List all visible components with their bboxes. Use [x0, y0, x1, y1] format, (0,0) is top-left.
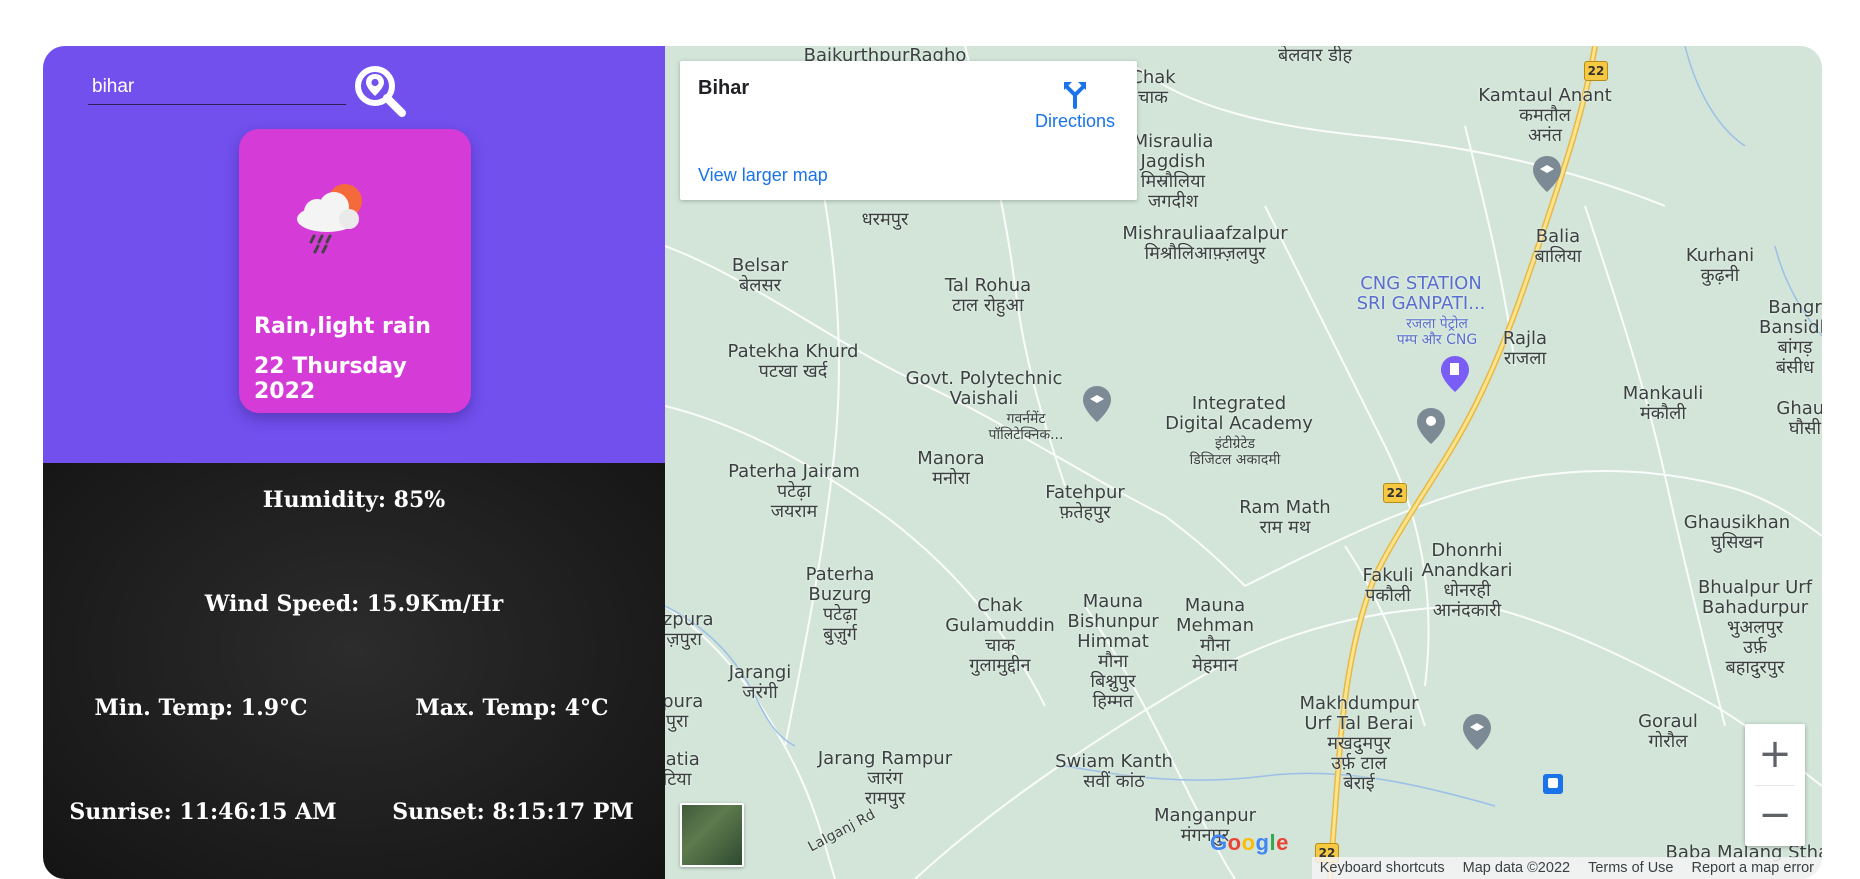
directions-label: Directions: [1034, 111, 1116, 131]
place-label: Belsar बेलसर: [731, 255, 789, 296]
view-larger-map-link[interactable]: View larger map: [698, 165, 828, 186]
info-place-name: Bihar: [698, 77, 750, 99]
place-label: Makhdumpur Urf Tal Berai मखदुमपुर उर्फ़ …: [1299, 693, 1419, 794]
keyboard-shortcuts-link[interactable]: Keyboard shortcuts: [1320, 860, 1445, 876]
place-label: Balia बालिया: [1534, 226, 1582, 267]
directions-button[interactable]: Directions: [1025, 79, 1125, 132]
place-label: Mankauli मंकौली: [1622, 383, 1704, 424]
location-search-icon: [355, 66, 406, 117]
place-label: Patekha Khurd पटखा खर्द: [727, 341, 859, 382]
poi-label[interactable]: गवर्नमेंट पॉलिटेक्निक...: [989, 411, 1064, 443]
place-label: Mishrauliaafzalpur मिश्रौलिआफ़्ज़लपुर: [1122, 223, 1288, 264]
place-label: Chak चाक: [1130, 67, 1176, 108]
map-type-toggle[interactable]: [680, 803, 744, 867]
weather-date: 22 Thursday 2022: [254, 354, 407, 404]
zoom-controls: + −: [1745, 724, 1805, 846]
sunset-stat: Sunset: 8:15:17 PM: [392, 799, 634, 825]
place-label: Fakuli पकौली: [1362, 565, 1414, 606]
place-label: Jarangi जरंगी: [728, 662, 792, 703]
place-label: Bangr Bansidh बांगड़ बंसीध: [1759, 297, 1822, 378]
highway-shield: 22: [1383, 483, 1407, 503]
google-logo: Google: [1210, 830, 1289, 855]
humidity-stat: Humidity: 85%: [262, 487, 446, 513]
place-label: Swiam Kanth सवीं कांठ: [1055, 751, 1173, 792]
place-label: Paterha Buzurg पटेढ़ा बुज़ुर्ग: [805, 564, 875, 645]
map-data-link[interactable]: Map data ©2022: [1463, 860, 1570, 876]
weather-header: Rain,light rain 22 Thursday 2022: [43, 46, 665, 463]
place-label: Ram Math राम मथ: [1239, 497, 1331, 538]
school-pin-icon[interactable]: [1462, 714, 1492, 750]
poi-label[interactable]: रजला पेट्रोल पम्प और CNG: [1397, 316, 1477, 348]
transit-icon[interactable]: [1542, 773, 1564, 795]
report-map-error-link[interactable]: Report a map error: [1692, 860, 1815, 876]
place-label: Mauna Mehman मौना मेहमान: [1176, 595, 1254, 676]
place-label: Jarang Rampur जारंग रामपुर: [817, 748, 953, 809]
terms-of-use-link[interactable]: Terms of Use: [1588, 860, 1673, 876]
poi-label[interactable]: इंटीग्रेटेड डिजिटल अकादमी: [1190, 436, 1281, 468]
place-label: Misraulia Jagdish मिस्रौलिया जगदीश: [1132, 131, 1214, 212]
min-temp-stat: Min. Temp: 1.9°C: [94, 695, 308, 721]
place-label: Ghaus घौसी: [1776, 398, 1822, 439]
weather-description: Rain,light rain: [254, 314, 431, 339]
city-search-input[interactable]: [88, 70, 346, 105]
max-temp-stat: Max. Temp: 4°C: [415, 695, 609, 721]
place-label: Rajla राजला: [1502, 328, 1548, 369]
place-label: Goraul गोरौल: [1638, 711, 1698, 752]
highway-shield: 22: [1584, 61, 1608, 81]
poi-label[interactable]: Govt. Polytechnic Vaishali: [906, 369, 1063, 409]
place-info-card: Bihar Directions View larger map: [680, 61, 1137, 200]
place-label: natia टिया: [665, 749, 700, 790]
place-label: बेलवार डीह: [1277, 46, 1353, 66]
directions-icon: [1064, 82, 1086, 109]
weather-stats: Humidity: 85% Wind Speed: 15.9Km/Hr Min.…: [43, 463, 665, 879]
zoom-out-button[interactable]: −: [1745, 785, 1805, 846]
place-label: Dhonrhi Anandkari धोनरही आनंदकारी: [1421, 540, 1513, 621]
place-label: Mauna Bishunpur Himmat मौना बिश्नुपुर हि…: [1067, 591, 1159, 712]
place-label: Kamtaul Anant कमतौल अनंत: [1478, 85, 1612, 146]
zoom-in-button[interactable]: +: [1745, 724, 1805, 785]
gas-station-pin-icon[interactable]: [1440, 356, 1470, 392]
weather-card: Rain,light rain 22 Thursday 2022: [239, 129, 471, 413]
search-button[interactable]: [353, 64, 409, 120]
rain-cloud-sun-icon: [297, 184, 362, 254]
map-attribution: Keyboard shortcuts Map data ©2022 Terms …: [1311, 857, 1822, 879]
poi-label[interactable]: Integrated Digital Academy: [1165, 394, 1313, 434]
wind-speed-stat: Wind Speed: 15.9Km/Hr: [204, 591, 504, 617]
weather-panel: Rain,light rain 22 Thursday 2022 Humidit…: [43, 46, 665, 879]
poi-label[interactable]: CNG STATION SRI GANPATI...: [1357, 274, 1486, 314]
place-label: Tal Rohua टाल रोहुआ: [944, 275, 1032, 316]
place-label: Bhualpur Urf Bahadurpur भुअलपुर उर्फ़ बह…: [1697, 577, 1813, 678]
place-pin-icon[interactable]: [1416, 408, 1446, 444]
school-pin-icon[interactable]: [1532, 156, 1562, 192]
place-label: Kurhani कुढ़नी: [1685, 245, 1755, 286]
place-label: npura पुरा: [665, 691, 704, 732]
school-pin-icon[interactable]: [1082, 386, 1112, 422]
place-label: Fatehpur फ़तेहपुर: [1045, 482, 1125, 523]
place-label: Ghausikhan घुसिखन: [1683, 512, 1791, 553]
place-label: Paterha Jairam पटेढ़ा जयराम: [728, 461, 860, 522]
place-label: धरमपुर: [861, 209, 909, 230]
google-map[interactable]: 22 22 22 Lalganj Rd BaikurthpurRagho बेल…: [665, 46, 1822, 879]
weather-app: Rain,light rain 22 Thursday 2022 Humidit…: [43, 46, 1822, 879]
place-label: Chak Gulamuddin चाक गुलामुद्दीन: [945, 595, 1055, 676]
sunrise-stat: Sunrise: 11:46:15 AM: [69, 799, 337, 825]
place-label: auzpura हौज़पुरा: [665, 609, 714, 650]
place-label: Manora मनोरा: [917, 448, 985, 489]
